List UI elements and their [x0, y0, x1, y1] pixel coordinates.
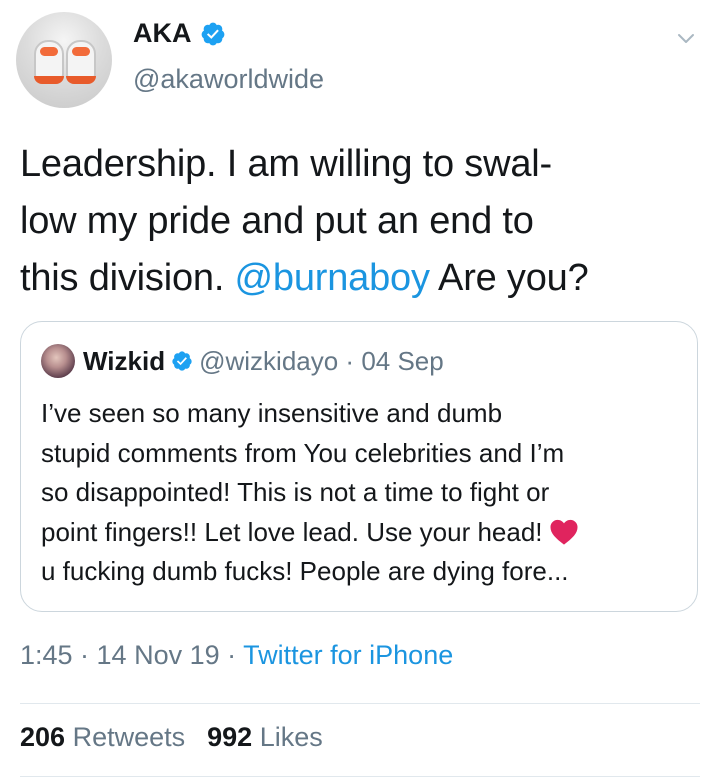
- quoted-author-avatar: [41, 344, 75, 378]
- quoted-line: so disappointed! This is not a time to f…: [41, 477, 550, 507]
- quoted-tweet-card[interactable]: Wizkid @wizkidayo · 04 Sep I’ve seen so …: [20, 321, 698, 612]
- likes-stat[interactable]: 992 Likes: [207, 722, 323, 753]
- quoted-tweet-text: I’ve seen so many insensitive and dumb s…: [41, 394, 686, 592]
- author-display-name[interactable]: AKA: [133, 18, 192, 49]
- mention-link[interactable]: @burnaboy: [235, 257, 430, 299]
- tweet-line-3: this division. @burnaboy Are you?: [20, 250, 700, 307]
- retweets-label: Retweets: [72, 722, 186, 752]
- quoted-line: I’ve seen so many insensitive and dumb: [41, 398, 503, 428]
- quoted-author-name: Wizkid: [83, 345, 166, 376]
- quoted-handle-date: @wizkidayo · 04 Sep: [199, 345, 444, 376]
- divider: [20, 703, 700, 704]
- tweet-text: Leadership. I am willing to swal- low my…: [20, 136, 700, 307]
- tweet-meta: 1:45 · 14 Nov 19 · Twitter for iPhone: [20, 640, 453, 671]
- likes-label: Likes: [259, 722, 323, 752]
- author-name-row[interactable]: AKA: [133, 18, 226, 49]
- tweet-header: AKA @akaworldwide: [0, 0, 717, 110]
- verified-badge-icon: [172, 351, 192, 371]
- tweet-text-segment: Are you?: [429, 257, 589, 299]
- quoted-tweet-header: Wizkid @wizkidayo · 04 Sep: [41, 344, 444, 378]
- tweet-timestamp[interactable]: 1:45 · 14 Nov 19 ·: [20, 640, 243, 670]
- tweet-text-segment: this division.: [20, 257, 235, 299]
- sneaker-image-left: [34, 40, 64, 84]
- retweets-count: 206: [20, 722, 66, 752]
- quoted-line: stupid comments from You celebrities and…: [41, 437, 565, 468]
- author-avatar[interactable]: [16, 12, 112, 108]
- divider: [20, 776, 700, 777]
- tweet-stats: 206 Retweets 992 Likes: [20, 722, 345, 753]
- retweets-stat[interactable]: 206 Retweets: [20, 722, 185, 753]
- quoted-line: point fingers!! Let love lead. Use your …: [41, 516, 543, 547]
- sneaker-image-right: [66, 40, 96, 84]
- verified-badge-icon: [201, 22, 224, 45]
- chevron-down-icon[interactable]: [674, 26, 698, 50]
- quoted-line-with-heart: point fingers!! Let love lead. Use your …: [41, 513, 686, 553]
- quoted-line: u fucking dumb fucks! People are dying f…: [41, 556, 569, 586]
- tweet-line-2: low my pride and put an end to: [20, 200, 534, 242]
- likes-count: 992: [207, 722, 253, 752]
- author-handle[interactable]: @akaworldwide: [133, 64, 324, 95]
- tweet-line-1: Leadership. I am willing to swal-: [20, 143, 552, 185]
- red-heart-emoji-icon: [549, 519, 578, 545]
- tweet-source-link[interactable]: Twitter for iPhone: [243, 640, 453, 670]
